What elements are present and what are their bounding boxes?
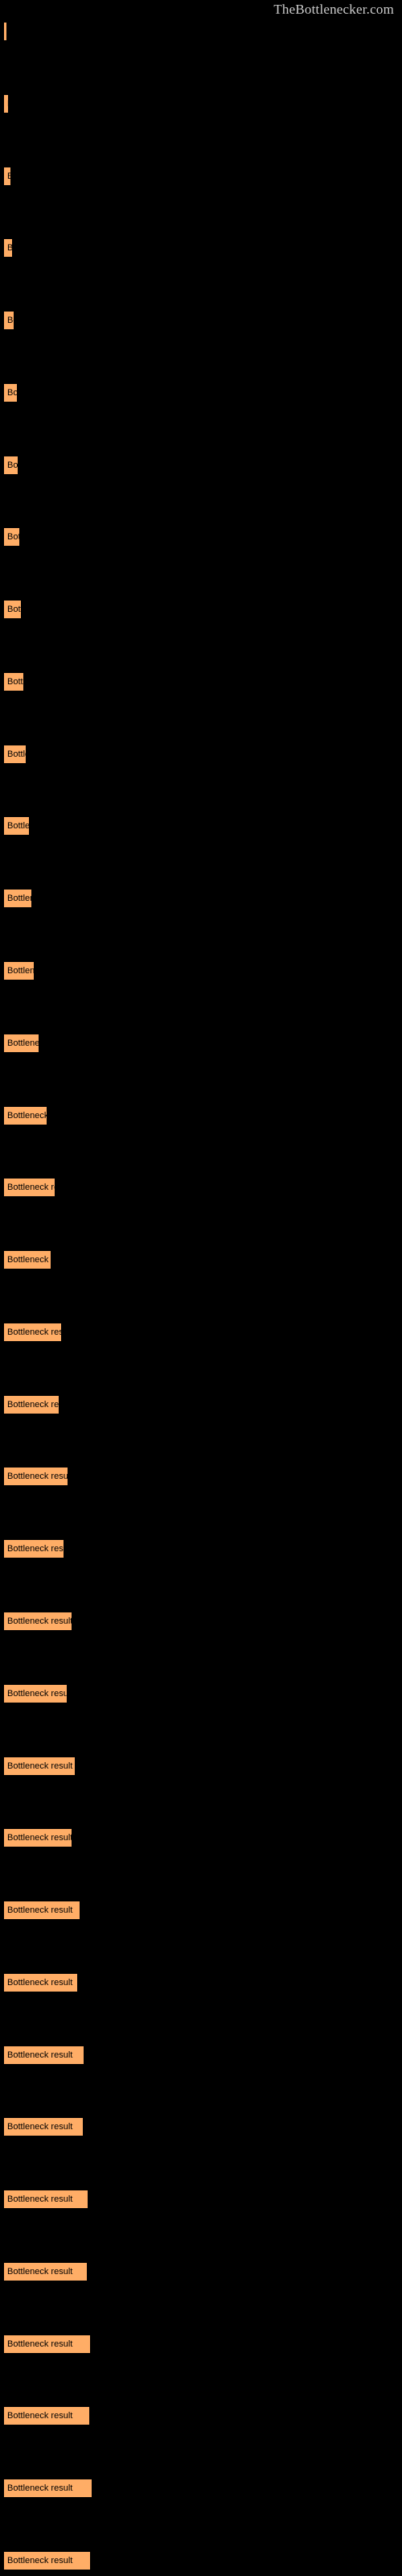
bar-label: Bottleneck result <box>7 894 31 904</box>
bar-label: Bottleneck result <box>7 387 17 398</box>
bar-label: Bottleneck result <box>7 1472 68 1482</box>
bar-label: Bottleneck result <box>7 1399 59 1410</box>
bar-label: Bottleneck result <box>7 1616 72 1626</box>
bar-label: Bottleneck result <box>7 2483 73 2494</box>
bar-row: Bottleneck result <box>4 1395 59 1414</box>
bar-row: Bottleneck result <box>4 167 10 185</box>
bar-chart: Bottleneck result Bottleneck result Bottle… <box>0 16 402 2576</box>
bar-label: Bottleneck result <box>7 1544 64 1554</box>
bar-row: Bottleneck result <box>4 1901 80 1920</box>
bar-label: Bottleneck result <box>7 2050 73 2060</box>
bar-label: Bottleneck result <box>7 676 23 687</box>
bar-row: Bottleneck result <box>4 2046 84 2064</box>
bar-row: Bottleneck result <box>4 817 29 836</box>
bar-label: Bottleneck result <box>7 1761 73 1771</box>
bar-row: Bottleneck result <box>4 1540 64 1558</box>
bar-label: Bottleneck result <box>7 532 19 543</box>
bar-label: Bottleneck result <box>7 2194 73 2205</box>
bar-label: Bottleneck result <box>7 821 29 832</box>
bar-row: Bottleneck result <box>4 312 14 330</box>
bar-label: Bottleneck result <box>7 1977 73 1988</box>
bar-row: Bottleneck result <box>4 962 34 980</box>
bar-row: Bottleneck result <box>4 1323 61 1341</box>
bar-row: Bottleneck result <box>4 94 8 113</box>
bar-label: Bottleneck result <box>7 605 21 615</box>
bar-label: Bottleneck result <box>7 2556 73 2566</box>
bar-row: Bottleneck result <box>4 1829 72 1847</box>
bar-row: Bottleneck result <box>4 745 26 763</box>
bar-label: Bottleneck result <box>7 1905 73 1916</box>
bar-row: Bottleneck result <box>4 1684 67 1703</box>
bar-row: Bottleneck result <box>4 1251 51 1269</box>
bar-row: Bottleneck result <box>4 672 23 691</box>
bar-row: Bottleneck result <box>4 1106 47 1125</box>
bar-label: Bottleneck result <box>7 1183 55 1193</box>
bar-label: Bottleneck result <box>7 1255 51 1265</box>
bar-label: Bottleneck result <box>7 2411 73 2421</box>
bar-row: Bottleneck result <box>4 2262 87 2281</box>
bar-row: Bottleneck result <box>4 1973 77 1992</box>
bar-row: Bottleneck result <box>4 890 31 908</box>
bar-label: Bottleneck result <box>7 243 12 254</box>
bar-label: Bottleneck result <box>7 1833 72 1843</box>
bar-label: Bottleneck result <box>7 2339 73 2349</box>
bar-label: Bottleneck result <box>7 1110 47 1121</box>
bar-label: Bottleneck result <box>7 1688 67 1699</box>
bar-label: Bottleneck result <box>7 1038 39 1048</box>
bar-row: Bottleneck result <box>4 528 19 547</box>
bar-row: Bottleneck result <box>4 1179 55 1197</box>
bar-label: Bottleneck result <box>7 966 34 976</box>
bar-row: Bottleneck result <box>4 1612 72 1630</box>
bar-label: Bottleneck result <box>7 2266 73 2277</box>
bar-row: Bottleneck result <box>4 23 6 40</box>
bar-label: Bottleneck result <box>7 316 14 326</box>
bar-label: Bottleneck result <box>7 171 10 181</box>
bar-row: Bottleneck result <box>4 383 17 402</box>
bar-row: Bottleneck result <box>4 2479 92 2498</box>
bar-label: Bottleneck result <box>7 95 8 113</box>
bar-row: Bottleneck result <box>4 2118 83 2136</box>
bar-row: Bottleneck result <box>4 2190 88 2209</box>
bar-label: Bottleneck result <box>7 1327 61 1337</box>
bar-row: Bottleneck result <box>4 456 18 474</box>
bar-row: Bottleneck result <box>4 2407 89 2425</box>
bar-row: Bottleneck result <box>4 1757 75 1775</box>
bar <box>4 23 6 40</box>
bar-label: Bottleneck result <box>7 749 26 759</box>
bar-row: Bottleneck result <box>4 1034 39 1052</box>
bar-row: Bottleneck result <box>4 601 21 619</box>
bar-row: Bottleneck result <box>4 2552 90 2570</box>
bar-row: Bottleneck result <box>4 2334 90 2353</box>
bar-label: Bottleneck result <box>7 2122 73 2132</box>
bar-row: Bottleneck result <box>4 1468 68 1486</box>
bar-label: Bottleneck result <box>7 460 18 470</box>
bar-row: Bottleneck result <box>4 239 12 258</box>
